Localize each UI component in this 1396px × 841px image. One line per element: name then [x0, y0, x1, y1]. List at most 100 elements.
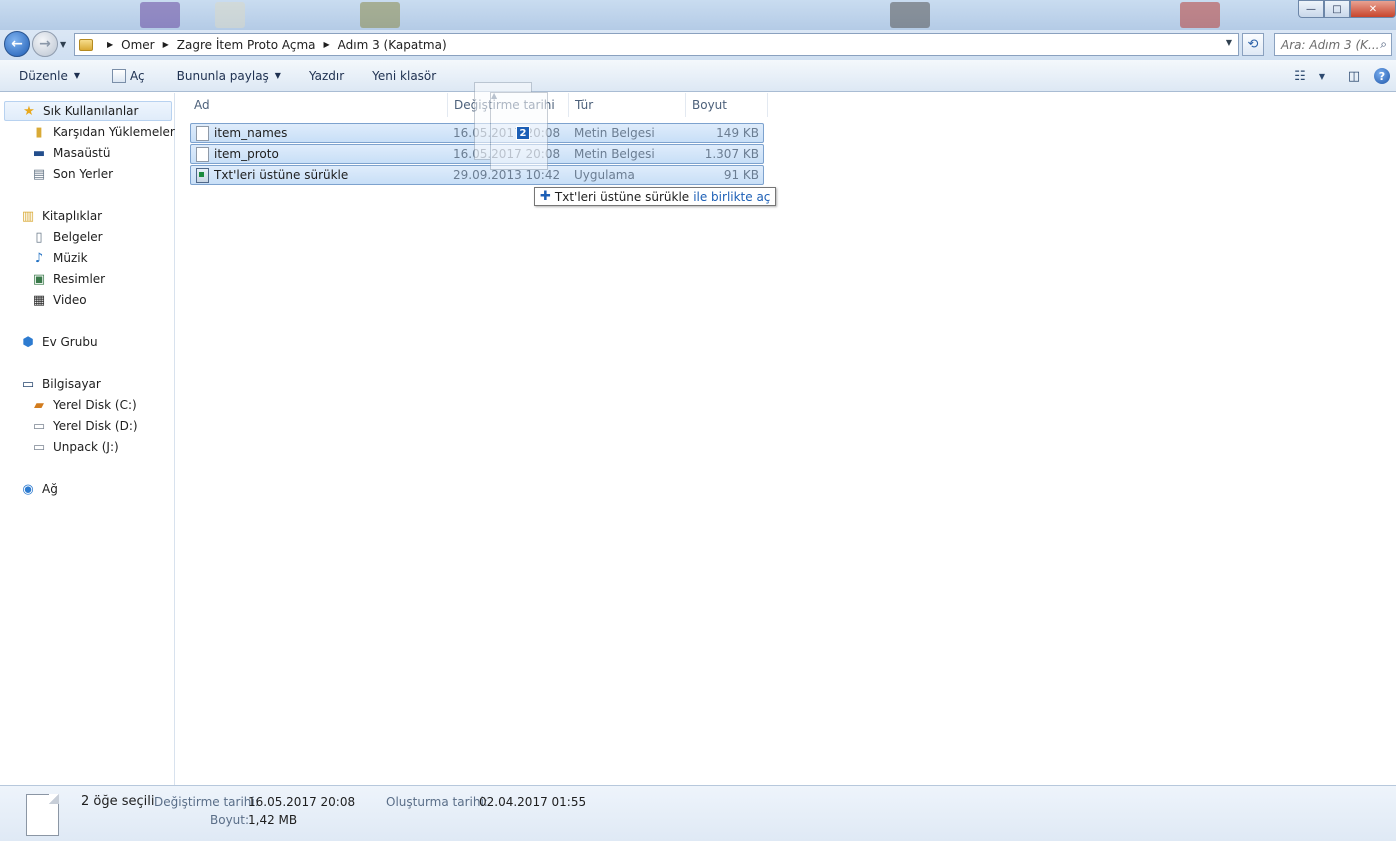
nav-favorites[interactable]: ★ Sık Kullanılanlar — [4, 101, 172, 121]
details-view-icon: ☷ — [1294, 68, 1306, 84]
nav-downloads[interactable]: ▮ Karşıdan Yüklemeler — [31, 124, 175, 140]
size-label: Boyut: — [210, 813, 250, 827]
drive-icon: ▭ — [32, 439, 46, 455]
column-header-type[interactable]: Tür — [569, 93, 686, 117]
navigation-pane: ★ Sık Kullanılanlar ▮ Karşıdan Yüklemeler … — [0, 93, 175, 785]
star-icon: ★ — [23, 103, 35, 119]
breadcrumb-separator-icon[interactable]: ▶ — [324, 40, 330, 49]
nav-desktop-label: Masaüstü — [53, 146, 111, 160]
search-input[interactable]: Ara: Adım 3 (K... ⌕ — [1274, 33, 1392, 56]
background-blur — [1180, 2, 1220, 28]
downloads-folder-icon: ▮ — [35, 124, 43, 140]
nav-desktop[interactable]: ▬ Masaüstü — [31, 145, 111, 161]
new-folder-button[interactable]: Yeni klasör — [363, 64, 445, 88]
file-name: Txt'leri üstüne sürükle — [214, 168, 349, 182]
nav-pictures[interactable]: ▣ Resimler — [31, 271, 105, 287]
file-type: Metin Belgesi — [574, 147, 655, 161]
music-icon: ♪ — [34, 250, 44, 266]
forward-arrow-icon: → — [39, 36, 51, 52]
view-dropdown-icon[interactable]: ▼ — [1314, 64, 1330, 88]
nav-recent[interactable]: ▤ Son Yerler — [31, 166, 113, 182]
drop-action-text: ile birlikte aç — [693, 189, 771, 204]
column-type-label: Tür — [575, 98, 594, 112]
back-button[interactable]: ← — [4, 31, 30, 57]
modified-label: Değiştirme tarihi: — [154, 795, 259, 809]
background-blur — [890, 2, 930, 28]
application-icon — [196, 168, 209, 183]
nav-video[interactable]: ▦ Video — [31, 292, 87, 308]
minimize-button[interactable]: — — [1298, 0, 1324, 18]
nav-disk-d[interactable]: ▭ Yerel Disk (D:) — [31, 418, 138, 434]
nav-disk-d-label: Yerel Disk (D:) — [53, 419, 138, 433]
file-type: Uygulama — [574, 168, 635, 182]
nav-documents[interactable]: ▯ Belgeler — [31, 229, 103, 245]
nav-network[interactable]: ◉ Ağ — [20, 481, 58, 497]
drive-icon: ▭ — [32, 418, 46, 434]
print-button[interactable]: Yazdır — [300, 64, 353, 88]
share-button[interactable]: Bununla paylaş ▼ — [168, 64, 290, 88]
drag-count-badge: 2 — [516, 126, 530, 140]
file-size: 149 KB — [716, 126, 759, 140]
pictures-icon: ▣ — [32, 271, 46, 287]
details-pane: 2 öğe seçili Değiştirme tarihi: 16.05.20… — [0, 785, 1396, 841]
organize-label: Düzenle — [19, 68, 68, 83]
breadcrumb-separator-icon[interactable]: ▶ — [107, 40, 113, 49]
address-dropdown-icon[interactable]: ▼ — [1226, 38, 1232, 47]
address-row: ← → ▼ ▶ Omer ▶ Zagre İtem Proto Açma ▶ A… — [0, 30, 1396, 60]
command-bar: Düzenle ▼ Aç Bununla paylaş ▼ Yazdır Yeni … — [0, 60, 1396, 92]
text-file-icon — [196, 126, 209, 141]
nav-downloads-label: Karşıdan Yüklemeler — [53, 125, 175, 139]
help-icon: ? — [1374, 68, 1390, 84]
preview-pane-button[interactable]: ◫ — [1340, 64, 1368, 88]
breadcrumb-zagre[interactable]: Zagre İtem Proto Açma — [177, 38, 316, 52]
nav-homegroup[interactable]: ⬢ Ev Grubu — [20, 334, 97, 350]
open-label: Aç — [130, 68, 145, 83]
nav-video-label: Video — [53, 293, 87, 307]
file-size: 91 KB — [723, 168, 759, 182]
file-name: item_names — [214, 126, 288, 140]
organize-button[interactable]: Düzenle ▼ — [10, 64, 89, 88]
background-blur — [215, 2, 245, 28]
nav-computer[interactable]: ▭ Bilgisayar — [20, 376, 101, 392]
column-header-size[interactable]: Boyut — [686, 93, 768, 117]
refresh-button[interactable]: ⟲ — [1242, 33, 1264, 56]
drop-tooltip: ✚ Txt'leri üstüne sürükle ile birlikte a… — [534, 187, 777, 206]
help-button[interactable]: ? — [1368, 64, 1396, 88]
nav-favorites-label: Sık Kullanılanlar — [43, 104, 139, 118]
nav-documents-label: Belgeler — [53, 230, 103, 244]
breadcrumb-separator-icon[interactable]: ▶ — [163, 40, 169, 49]
selection-count: 2 öğe seçili — [81, 794, 155, 809]
created-value: 02.04.2017 01:55 — [479, 795, 587, 809]
computer-icon: ▭ — [21, 376, 35, 392]
file-name: item_proto — [214, 147, 279, 161]
search-placeholder: Ara: Adım 3 (K... — [1281, 37, 1380, 52]
forward-button[interactable]: → — [32, 31, 58, 57]
file-row[interactable]: Txt'leri üstüne sürükle 29.09.2013 10:42… — [190, 165, 764, 185]
desktop-icon: ▬ — [32, 145, 46, 161]
print-label: Yazdır — [308, 68, 345, 83]
folder-icon — [79, 38, 93, 51]
nav-music[interactable]: ♪ Müzik — [31, 250, 88, 266]
recent-pages-dropdown-icon[interactable]: ▼ — [60, 40, 66, 49]
nav-music-label: Müzik — [53, 251, 88, 265]
close-button[interactable]: ✕ — [1350, 0, 1396, 18]
nav-disk-c[interactable]: ▰ Yerel Disk (C:) — [31, 397, 137, 413]
nav-computer-label: Bilgisayar — [42, 377, 101, 391]
nav-unpack-j[interactable]: ▭ Unpack (J:) — [31, 439, 119, 455]
preview-pane-icon: ◫ — [1347, 68, 1361, 84]
search-icon: ⌕ — [1380, 37, 1387, 51]
nav-libraries[interactable]: ▥ Kitaplıklar — [20, 208, 102, 224]
recent-places-icon: ▤ — [32, 166, 46, 182]
breadcrumb-adim3[interactable]: Adım 3 (Kapatma) — [338, 38, 447, 52]
chevron-down-icon: ▼ — [274, 71, 281, 80]
breadcrumb-omer[interactable]: Omer — [121, 38, 154, 52]
network-icon: ◉ — [22, 481, 34, 497]
new-folder-label: Yeni klasör — [372, 68, 437, 83]
column-header-name[interactable]: Ad — [188, 93, 448, 117]
address-bar[interactable]: ▶ Omer ▶ Zagre İtem Proto Açma ▶ Adım 3 … — [74, 33, 1239, 56]
share-label: Bununla paylaş — [176, 68, 269, 83]
view-options-button[interactable]: ☷ — [1286, 64, 1314, 88]
text-file-icon — [196, 147, 209, 162]
maximize-button[interactable]: □ — [1324, 0, 1350, 18]
open-button[interactable]: Aç — [103, 64, 154, 88]
